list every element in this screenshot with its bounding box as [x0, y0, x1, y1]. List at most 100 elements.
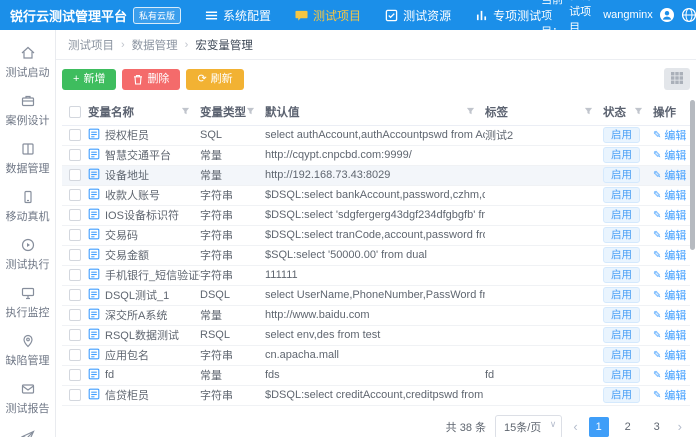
table-row[interactable]: fd 常量 fds fd 启用 ✎编辑	[62, 365, 690, 385]
row-checkbox[interactable]	[69, 329, 81, 341]
settings-globe-icon[interactable]	[681, 7, 696, 23]
menu-item-system-config[interactable]: 系统配置	[205, 7, 271, 24]
page-size-select[interactable]: 15条/页 ∨	[495, 415, 562, 437]
table-row[interactable]: 手机银行_短信验证码 字符串 111111 启用 ✎编辑	[62, 265, 690, 285]
row-checkbox[interactable]	[69, 129, 81, 141]
row-checkbox[interactable]	[69, 169, 81, 181]
mobile-icon	[0, 189, 55, 205]
row-checkbox[interactable]	[69, 349, 81, 361]
table-row[interactable]: 交易码 字符串 $DSQL:select tranCode,account,pa…	[62, 225, 690, 245]
enable-status-button[interactable]: 启用	[603, 287, 640, 303]
enable-status-button[interactable]: 启用	[603, 267, 640, 283]
filter-icon[interactable]	[634, 107, 643, 116]
menu-item-test-project[interactable]: 测试项目	[295, 7, 361, 24]
table-row[interactable]: 智慧交通平台 常量 http://cqypt.cnpcbd.com:9999/ …	[62, 145, 690, 165]
refresh-button[interactable]: ⟳ 刷新	[186, 69, 243, 90]
enable-status-button[interactable]: 启用	[603, 127, 640, 143]
filter-icon[interactable]	[466, 107, 475, 116]
column-settings-button[interactable]	[664, 68, 690, 90]
add-button[interactable]: + 新增	[62, 69, 116, 90]
variable-icon	[88, 328, 100, 343]
breadcrumb-test-project[interactable]: 测试项目	[68, 37, 114, 53]
table-row[interactable]: IOS设备标识符 字符串 $DSQL:select 'sdgfergerg43d…	[62, 205, 690, 225]
monitor-icon	[0, 285, 55, 301]
table-row[interactable]: 交易金额 字符串 $SQL:select '50000.00' from dua…	[62, 245, 690, 265]
page-3-button[interactable]: 3	[647, 417, 667, 437]
filter-icon[interactable]	[584, 107, 593, 116]
edit-link[interactable]: ✎编辑	[653, 347, 686, 363]
sidebar-item-test-execution[interactable]: 测试执行	[0, 230, 55, 278]
table-row[interactable]: RSQL数据测试 RSQL select env,des from test 启…	[62, 325, 690, 345]
edit-link[interactable]: ✎编辑	[653, 227, 686, 243]
enable-status-button[interactable]: 启用	[603, 147, 640, 163]
row-checkbox[interactable]	[69, 209, 81, 221]
enable-status-button[interactable]: 启用	[603, 227, 640, 243]
enable-status-button[interactable]: 启用	[603, 187, 640, 203]
enable-status-button[interactable]: 启用	[603, 207, 640, 223]
enable-status-button[interactable]: 启用	[603, 307, 640, 323]
table-row[interactable]: 收款人账号 字符串 $DSQL:select bankAccount,passw…	[62, 185, 690, 205]
table-row[interactable]: DSQL测试_1 DSQL select UserName,PhoneNumbe…	[62, 285, 690, 305]
default-value: 111111	[265, 265, 485, 285]
edit-link[interactable]: ✎编辑	[653, 167, 686, 183]
main-content: 测试项目 › 数据管理 › 宏变量管理 + 新增 删除 ⟳ 刷新	[56, 30, 696, 437]
pencil-icon: ✎	[653, 130, 661, 141]
edit-link[interactable]: ✎编辑	[653, 367, 686, 383]
enable-status-button[interactable]: 启用	[603, 247, 640, 263]
row-checkbox[interactable]	[69, 389, 81, 401]
row-checkbox[interactable]	[69, 289, 81, 301]
prev-page-button[interactable]: ‹	[571, 419, 579, 434]
sidebar-item-test-launch[interactable]: 测试启动	[0, 38, 55, 86]
sidebar-item-test-report[interactable]: 测试报告	[0, 374, 55, 422]
edit-link[interactable]: ✎编辑	[653, 327, 686, 343]
sidebar-item-defect-management[interactable]: 缺陷管理	[0, 326, 55, 374]
edit-link[interactable]: ✎编辑	[653, 207, 686, 223]
page-2-button[interactable]: 2	[618, 417, 638, 437]
edit-link[interactable]: ✎编辑	[653, 287, 686, 303]
sidebar-item-execution-monitor[interactable]: 执行监控	[0, 278, 55, 326]
select-all-checkbox[interactable]	[69, 106, 81, 118]
filter-icon[interactable]	[246, 107, 255, 116]
breadcrumb-data-management[interactable]: 数据管理	[132, 37, 178, 53]
row-checkbox[interactable]	[69, 229, 81, 241]
edit-link[interactable]: ✎编辑	[653, 187, 686, 203]
sidebar-item-ai-recognition[interactable]: AI识别	[0, 422, 55, 437]
edit-link[interactable]: ✎编辑	[653, 147, 686, 163]
edit-link[interactable]: ✎编辑	[653, 267, 686, 283]
edit-link[interactable]: ✎编辑	[653, 127, 686, 143]
avatar-icon[interactable]	[659, 7, 675, 23]
filter-icon[interactable]	[181, 107, 190, 116]
row-checkbox[interactable]	[69, 309, 81, 321]
row-checkbox[interactable]	[69, 149, 81, 161]
sidebar-item-data-management[interactable]: 数据管理	[0, 134, 55, 182]
enable-status-button[interactable]: 启用	[603, 367, 640, 383]
project-icon	[295, 9, 308, 22]
edit-link[interactable]: ✎编辑	[653, 247, 686, 263]
row-checkbox[interactable]	[69, 269, 81, 281]
enable-status-button[interactable]: 启用	[603, 327, 640, 343]
vertical-scrollbar[interactable]	[690, 100, 695, 250]
row-checkbox[interactable]	[69, 189, 81, 201]
enable-status-button[interactable]: 启用	[603, 387, 640, 403]
sidebar-item-case-design[interactable]: 案例设计	[0, 86, 55, 134]
table-row[interactable]: 授权柜员 SQL select authAccount,authAccountp…	[62, 125, 690, 145]
table-row[interactable]: 设备地址 常量 http://192.168.73.43:8029 启用 ✎编辑	[62, 165, 690, 185]
menu-item-test-resource[interactable]: 测试资源	[385, 7, 451, 24]
next-page-button[interactable]: ›	[676, 419, 684, 434]
enable-status-button[interactable]: 启用	[603, 347, 640, 363]
row-checkbox[interactable]	[69, 369, 81, 381]
menu-item-special-test[interactable]: 专项测试	[475, 7, 541, 24]
username[interactable]: wangminx	[603, 9, 653, 21]
row-checkbox[interactable]	[69, 249, 81, 261]
breadcrumb-separator: ›	[185, 39, 189, 51]
sidebar-item-mobile-device[interactable]: 移动真机	[0, 182, 55, 230]
table-row[interactable]: 信贷柜员 字符串 $DSQL:select creditAccount,cred…	[62, 385, 690, 405]
table-row[interactable]: 深交所A系统 常量 http://www.baidu.com 启用 ✎编辑	[62, 305, 690, 325]
delete-button[interactable]: 删除	[122, 69, 180, 90]
page-1-button[interactable]: 1	[589, 417, 609, 437]
edit-link[interactable]: ✎编辑	[653, 387, 686, 403]
edit-link[interactable]: ✎编辑	[653, 307, 686, 323]
table-row[interactable]: 应用包名 字符串 cn.apacha.mall 启用 ✎编辑	[62, 345, 690, 365]
tag-value	[485, 265, 603, 285]
enable-status-button[interactable]: 启用	[603, 167, 640, 183]
